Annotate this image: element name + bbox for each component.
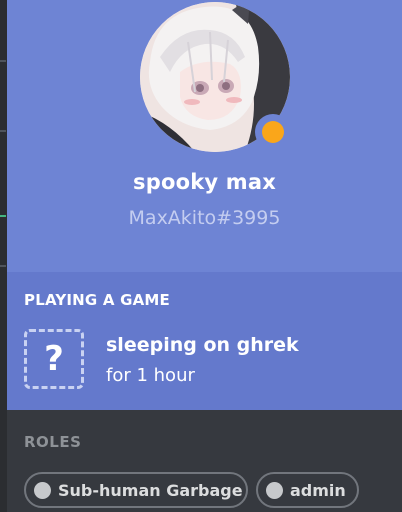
user-profile-card: spooky max MaxAkito#3995 PLAYING A GAME … xyxy=(7,0,402,512)
channel-indicator xyxy=(0,130,6,132)
username: spooky max xyxy=(133,170,276,194)
role-color-dot[interactable] xyxy=(34,481,51,499)
role-pill-sub-human-garbage[interactable]: Sub-human Garbage xyxy=(24,472,248,508)
profile-header: spooky max MaxAkito#3995 xyxy=(7,0,402,272)
game-elapsed-time: for 1 hour xyxy=(106,365,195,386)
activity-section: PLAYING A GAME ? sleeping on ghrek for 1… xyxy=(7,272,402,410)
roles-header: ROLES xyxy=(24,433,82,451)
avatar-container[interactable] xyxy=(140,2,294,156)
role-name: admin xyxy=(290,480,346,500)
activity-header: PLAYING A GAME xyxy=(24,291,170,309)
role-name: Sub-human Garbage xyxy=(58,480,243,500)
role-pill-admin[interactable]: admin xyxy=(256,472,359,508)
role-color-dot[interactable] xyxy=(266,481,283,499)
user-tag: MaxAkito#3995 xyxy=(128,207,281,229)
idle-status-icon xyxy=(255,114,291,150)
game-name: sleeping on ghrek xyxy=(106,334,299,356)
question-mark-icon: ? xyxy=(24,329,84,389)
channel-indicator xyxy=(0,60,6,62)
channel-indicator-active xyxy=(0,215,6,217)
game-icon-glyph: ? xyxy=(44,339,64,379)
channel-indicator xyxy=(0,265,6,267)
user-profile-popout-screen: spooky max MaxAkito#3995 PLAYING A GAME … xyxy=(0,0,402,512)
